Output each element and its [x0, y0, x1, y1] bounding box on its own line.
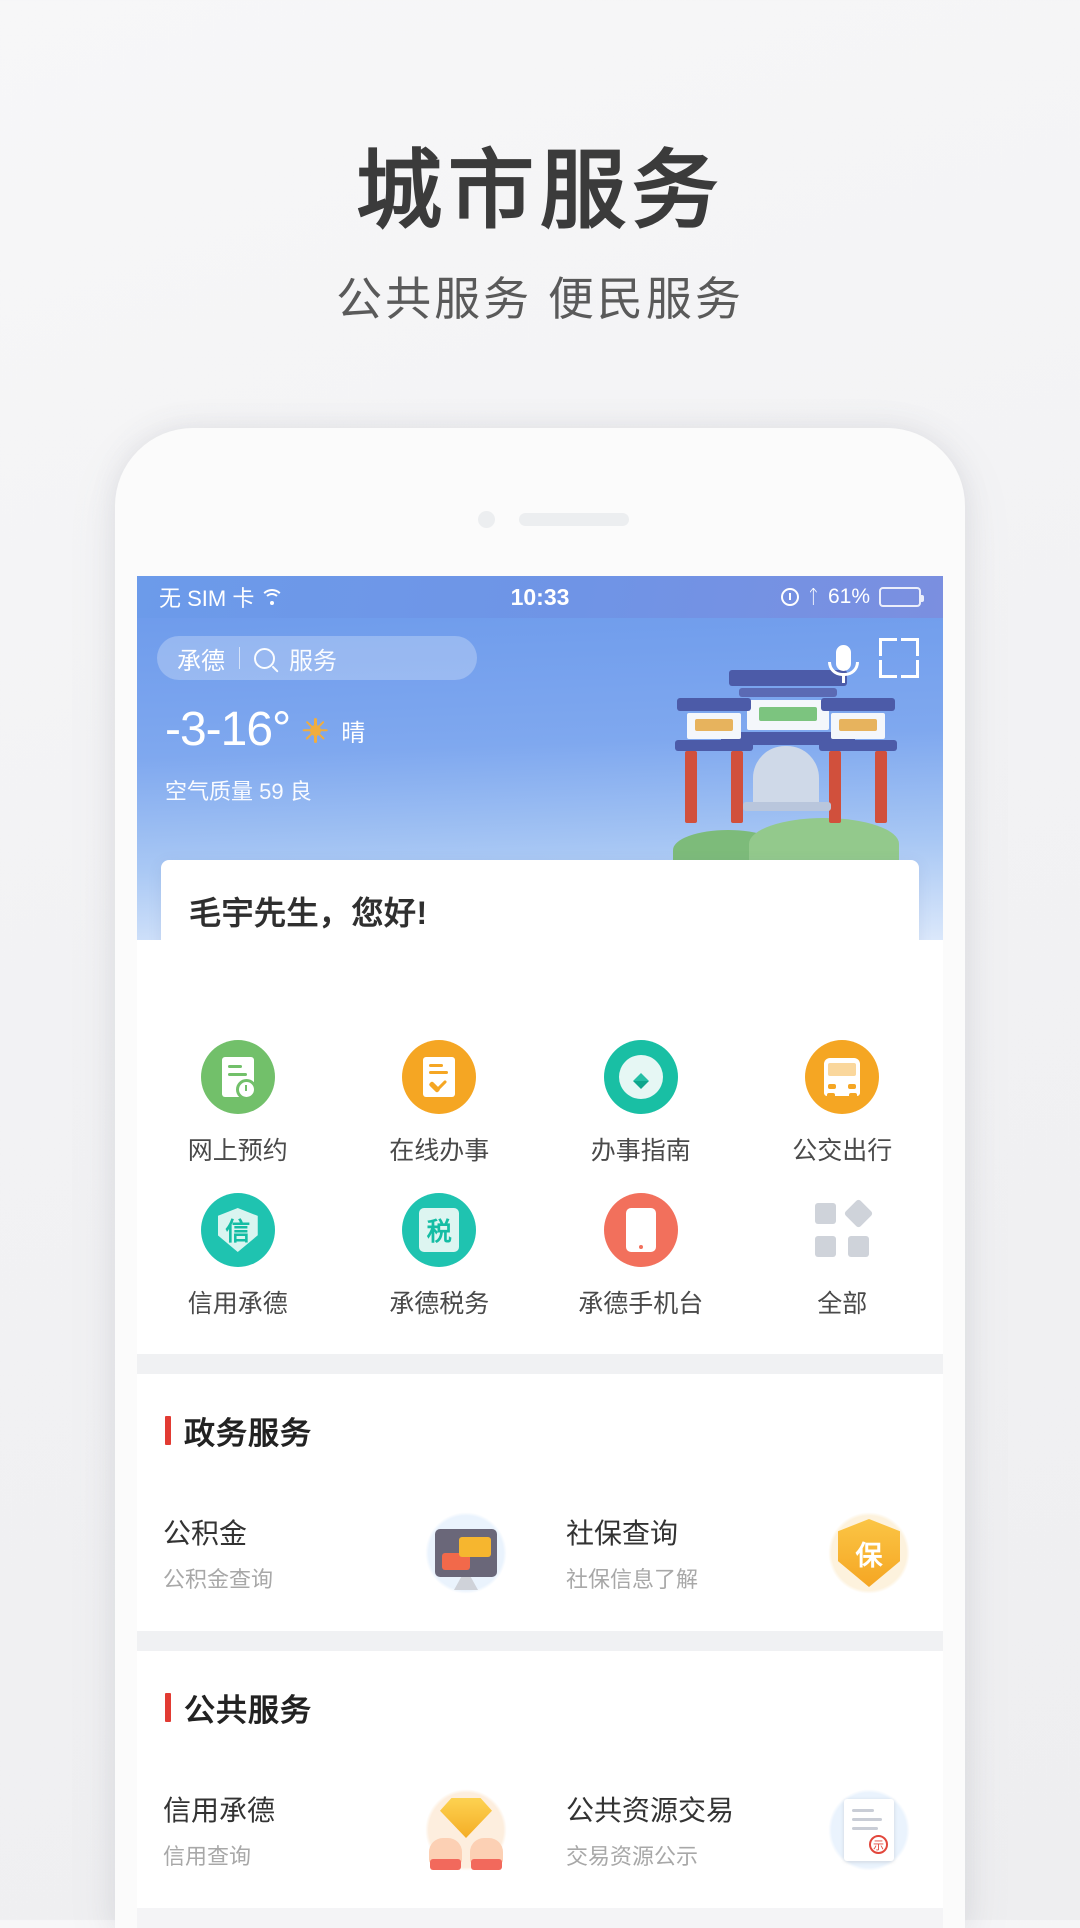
gem-hands-icon: [418, 1782, 514, 1878]
carrier-label: 无 SIM 卡: [159, 586, 255, 611]
rotation-lock-icon: [780, 588, 799, 606]
greeting-text: 毛宇先生，您好!: [189, 895, 428, 931]
grid-item-chengde-mobile-tv[interactable]: 承德手机台: [540, 1193, 742, 1320]
microphone-icon[interactable]: [828, 645, 859, 683]
section-header: 公共服务: [137, 1685, 943, 1730]
temperature-row: -3-16° 晴: [165, 706, 943, 754]
grid-item-credit-chengde[interactable]: 信 信用承德: [137, 1193, 339, 1320]
service-item-social-insurance[interactable]: 社保查询 社保信息了解 保: [540, 1505, 943, 1601]
service-subtitle: 信用查询: [163, 1844, 252, 1869]
phone-speaker-area: [115, 508, 965, 530]
grid-item-label: 信用承德: [187, 1290, 288, 1318]
service-guide-icon: [603, 1040, 678, 1114]
grid-item-label: 办事指南: [590, 1137, 691, 1165]
service-title: 公积金: [163, 1518, 248, 1549]
service-title: 信用承德: [163, 1795, 276, 1826]
battery-icon: [879, 587, 924, 607]
service-subtitle: 社保信息了解: [566, 1567, 699, 1592]
search-row: 承德 服务: [137, 618, 943, 683]
credit-glyph: 信: [217, 1208, 258, 1252]
seal-glyph: 示: [869, 1835, 888, 1854]
divider: [239, 647, 240, 669]
search-icon: [254, 647, 275, 669]
page-subtitle: 公共服务 便民服务: [336, 273, 744, 325]
search-input[interactable]: 服务: [289, 641, 337, 676]
scan-qr-icon[interactable]: [879, 638, 919, 678]
phone-screen: 无 SIM 卡 10:33 ᛏ 61% 承德 服务 -3-16° 晴 空气质量 …: [137, 576, 943, 1928]
grid-item-label: 承德税务: [389, 1290, 490, 1318]
service-item-credit-chengde[interactable]: 信用承德 信用查询: [137, 1782, 540, 1878]
status-bar: 无 SIM 卡 10:33 ᛏ 61%: [137, 576, 943, 618]
section-accent-bar: [165, 1416, 171, 1445]
temperature-label: -3-16°: [165, 703, 291, 756]
status-bar-right: ᛏ 61%: [780, 585, 924, 609]
tax-glyph: 税: [419, 1208, 460, 1252]
earpiece-speaker: [519, 513, 629, 526]
monitor-chat-icon: [418, 1505, 514, 1601]
quick-access-grid: 网上预约 在线办事 办事指南 公交出行 信 信用承德 税 承德税务 承德手机台 …: [137, 940, 943, 1354]
all-services-icon: [805, 1193, 879, 1267]
service-title: 社保查询: [566, 1518, 679, 1549]
grid-item-online-appointment[interactable]: 网上预约: [137, 1040, 339, 1167]
grid-item-label: 公交出行: [792, 1137, 893, 1165]
bus-travel-icon: [805, 1040, 880, 1114]
front-camera-dot: [478, 511, 495, 528]
sun-icon: [303, 717, 329, 743]
status-bar-left: 无 SIM 卡: [159, 581, 285, 613]
section-header: 政务服务: [137, 1408, 943, 1453]
grid-item-online-service[interactable]: 在线办事: [339, 1040, 541, 1167]
section-title: 政务服务: [184, 1416, 312, 1451]
weather-condition-label: 晴: [341, 719, 366, 747]
bluetooth-icon: ᛏ: [807, 586, 819, 608]
air-quality-label: 空气质量 59 良: [165, 779, 312, 804]
battery-percent-label: 61%: [827, 585, 870, 608]
insurance-glyph: 保: [838, 1519, 900, 1587]
grid-item-label: 全部: [817, 1290, 868, 1318]
document-seal-icon: 示: [821, 1782, 917, 1878]
shield-insurance-icon: 保: [821, 1505, 917, 1601]
hero-actions: [828, 638, 923, 683]
section-divider: [137, 1631, 943, 1651]
grid-item-all-services[interactable]: 全部: [742, 1193, 944, 1320]
weather-block[interactable]: -3-16° 晴 空气质量 59 良: [137, 680, 943, 806]
grid-item-label: 承德手机台: [578, 1290, 704, 1318]
section-government-services: 政务服务 公积金 公积金查询 社保查询 社保信息了解 保: [137, 1374, 943, 1631]
promo-header: 城市服务 公共服务 便民服务: [0, 0, 1080, 322]
online-appointment-icon: [200, 1040, 275, 1114]
city-selector[interactable]: 承德: [177, 641, 225, 676]
grid-item-bus-travel[interactable]: 公交出行: [742, 1040, 944, 1167]
section-public-services: 公共服务 信用承德 信用查询 公共资源交易 交易资源公示 示: [137, 1651, 943, 1908]
user-card[interactable]: 毛宇先生，您好! L3 已完成实名认证 电子卡证: [161, 860, 919, 940]
chengde-mobile-tv-icon: [603, 1193, 678, 1267]
section-accent-bar: [165, 1693, 171, 1722]
hero-banner: 承德 服务 -3-16° 晴 空气质量 59 良 毛宇先生，您好!: [137, 618, 943, 940]
phone-mockup: 无 SIM 卡 10:33 ᛏ 61% 承德 服务 -3-16° 晴 空气质量 …: [115, 428, 965, 1928]
grid-item-chengde-tax[interactable]: 税 承德税务: [339, 1193, 541, 1320]
credit-chengde-icon: 信: [200, 1193, 275, 1267]
wifi-icon: [260, 589, 285, 605]
service-subtitle: 交易资源公示: [566, 1844, 699, 1869]
chengde-tax-icon: 税: [402, 1193, 477, 1267]
service-subtitle: 公积金查询: [163, 1567, 274, 1592]
online-service-icon: [402, 1040, 477, 1114]
section-title: 公共服务: [184, 1693, 312, 1728]
service-item-public-resource-trading[interactable]: 公共资源交易 交易资源公示 示: [540, 1782, 943, 1878]
grid-item-label: 在线办事: [389, 1137, 490, 1165]
section-divider: [137, 1354, 943, 1374]
grid-item-service-guide[interactable]: 办事指南: [540, 1040, 742, 1167]
service-item-housing-fund[interactable]: 公积金 公积金查询: [137, 1505, 540, 1601]
service-title: 公共资源交易: [566, 1795, 735, 1826]
search-bar[interactable]: 承德 服务: [157, 636, 477, 680]
page-title: 城市服务: [356, 143, 724, 239]
grid-item-label: 网上预约: [187, 1137, 288, 1165]
